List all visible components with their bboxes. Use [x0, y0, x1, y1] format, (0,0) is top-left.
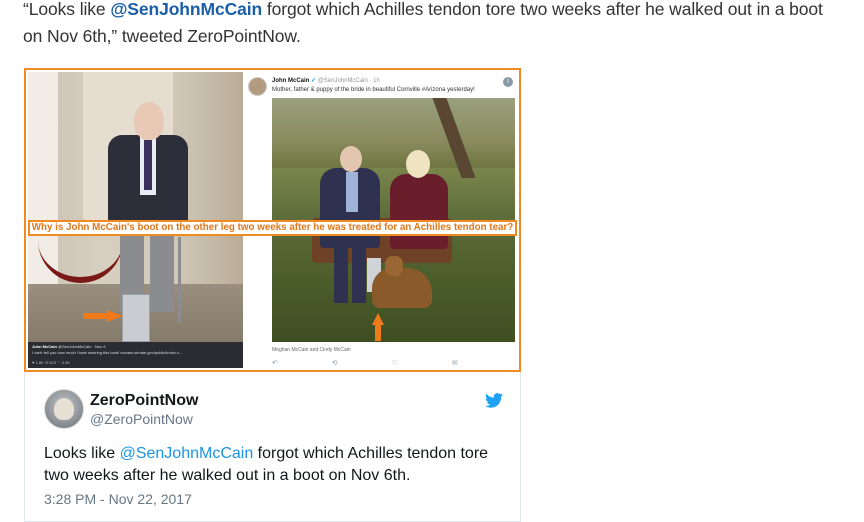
twitter-bird-icon[interactable]	[485, 393, 503, 408]
quote-open: “Looks like	[23, 0, 111, 19]
composite-image: John McCain @SenJohnMcCain · Nov 6 I can…	[24, 68, 521, 372]
tweet-timestamp[interactable]: 3:28 PM - Nov 22, 2017	[44, 491, 192, 507]
tweet-author-name[interactable]: ZeroPointNow	[90, 392, 198, 410]
article-quote: “Looks like @SenJohnMcCain forgot which …	[23, 0, 833, 50]
tweet-actions: ↶ ⟲ ♡ ✉	[272, 360, 484, 367]
composite-headline: Why is John McCain's boot on the other l…	[28, 220, 517, 236]
tweet-author-handle[interactable]: @ZeroPointNow	[90, 411, 193, 427]
quote-mention-link[interactable]: @SenJohnMcCain	[110, 0, 262, 19]
photo-caption: Meghan McCain and Cindy McCain	[272, 347, 351, 353]
avatar	[248, 77, 267, 96]
tweet-mention-link[interactable]: @SenJohnMcCain	[120, 445, 254, 462]
info-icon: i	[503, 77, 513, 87]
avatar[interactable]	[44, 389, 84, 429]
orange-arrow-icon	[83, 310, 123, 322]
embedded-tweet[interactable]: ZeroPointNow @ZeroPointNow Looks like @S…	[24, 372, 521, 522]
left-tweet-caption: John McCain @SenJohnMcCain · Nov 6 I can…	[28, 342, 243, 368]
tweet-body: Looks like @SenJohnMcCain forgot which A…	[44, 445, 489, 484]
right-tweet-text: Mother, father & puppy of the bride in b…	[272, 87, 475, 93]
verified-icon: ✔	[311, 78, 317, 84]
right-tweet-header: John McCain ✔ @SenJohnMcCain · 1h	[272, 78, 380, 84]
orange-arrow-icon	[372, 313, 384, 341]
boot	[122, 294, 150, 342]
